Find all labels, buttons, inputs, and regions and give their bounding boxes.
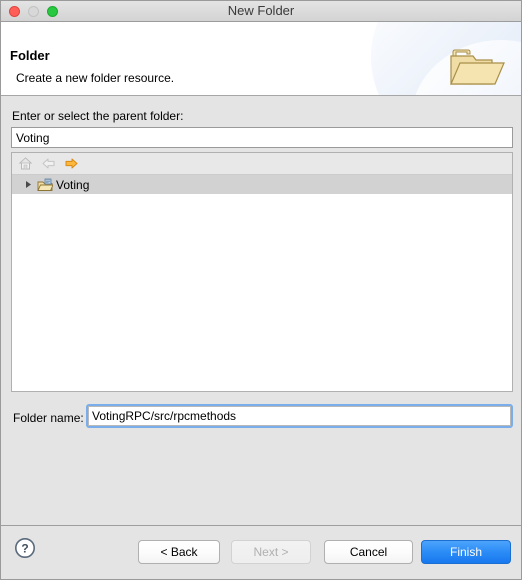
folder-tree-panel: Voting — [11, 152, 513, 392]
back-button[interactable]: < Back — [138, 540, 220, 564]
wizard-header: Folder Create a new folder resource. — [1, 22, 521, 96]
tree-item-label: Voting — [56, 177, 90, 192]
folder-name-input[interactable] — [88, 406, 511, 426]
finish-button[interactable]: Finish — [421, 540, 511, 564]
page-title: Folder — [10, 48, 50, 63]
dialog-footer: ? < Back Next > Cancel Finish — [1, 525, 521, 579]
page-description: Create a new folder resource. — [16, 71, 175, 85]
help-icon[interactable]: ? — [14, 537, 36, 559]
new-folder-dialog: New Folder Folder Create a new folder re… — [0, 0, 522, 580]
project-folder-icon — [36, 177, 53, 192]
back-arrow-icon[interactable] — [40, 155, 57, 172]
next-button: Next > — [231, 540, 311, 564]
chevron-right-icon[interactable] — [22, 179, 34, 191]
parent-folder-label: Enter or select the parent folder: — [12, 109, 184, 123]
forward-arrow-icon[interactable] — [63, 155, 80, 172]
svg-text:?: ? — [21, 541, 28, 555]
cancel-button[interactable]: Cancel — [324, 540, 413, 564]
dialog-body: Enter or select the parent folder: Votin… — [1, 96, 521, 564]
folder-name-field-wrapper — [86, 404, 513, 428]
window-title: New Folder — [227, 3, 295, 18]
open-folder-icon — [447, 46, 507, 92]
home-icon[interactable] — [17, 155, 34, 172]
tree-toolbar — [12, 153, 512, 175]
tree-item-voting[interactable]: Voting — [12, 175, 512, 194]
window-titlebar: New Folder — [1, 1, 521, 22]
parent-folder-input[interactable] — [11, 127, 513, 148]
tree-rows: Voting — [12, 175, 512, 194]
folder-name-label: Folder name: — [13, 411, 84, 425]
